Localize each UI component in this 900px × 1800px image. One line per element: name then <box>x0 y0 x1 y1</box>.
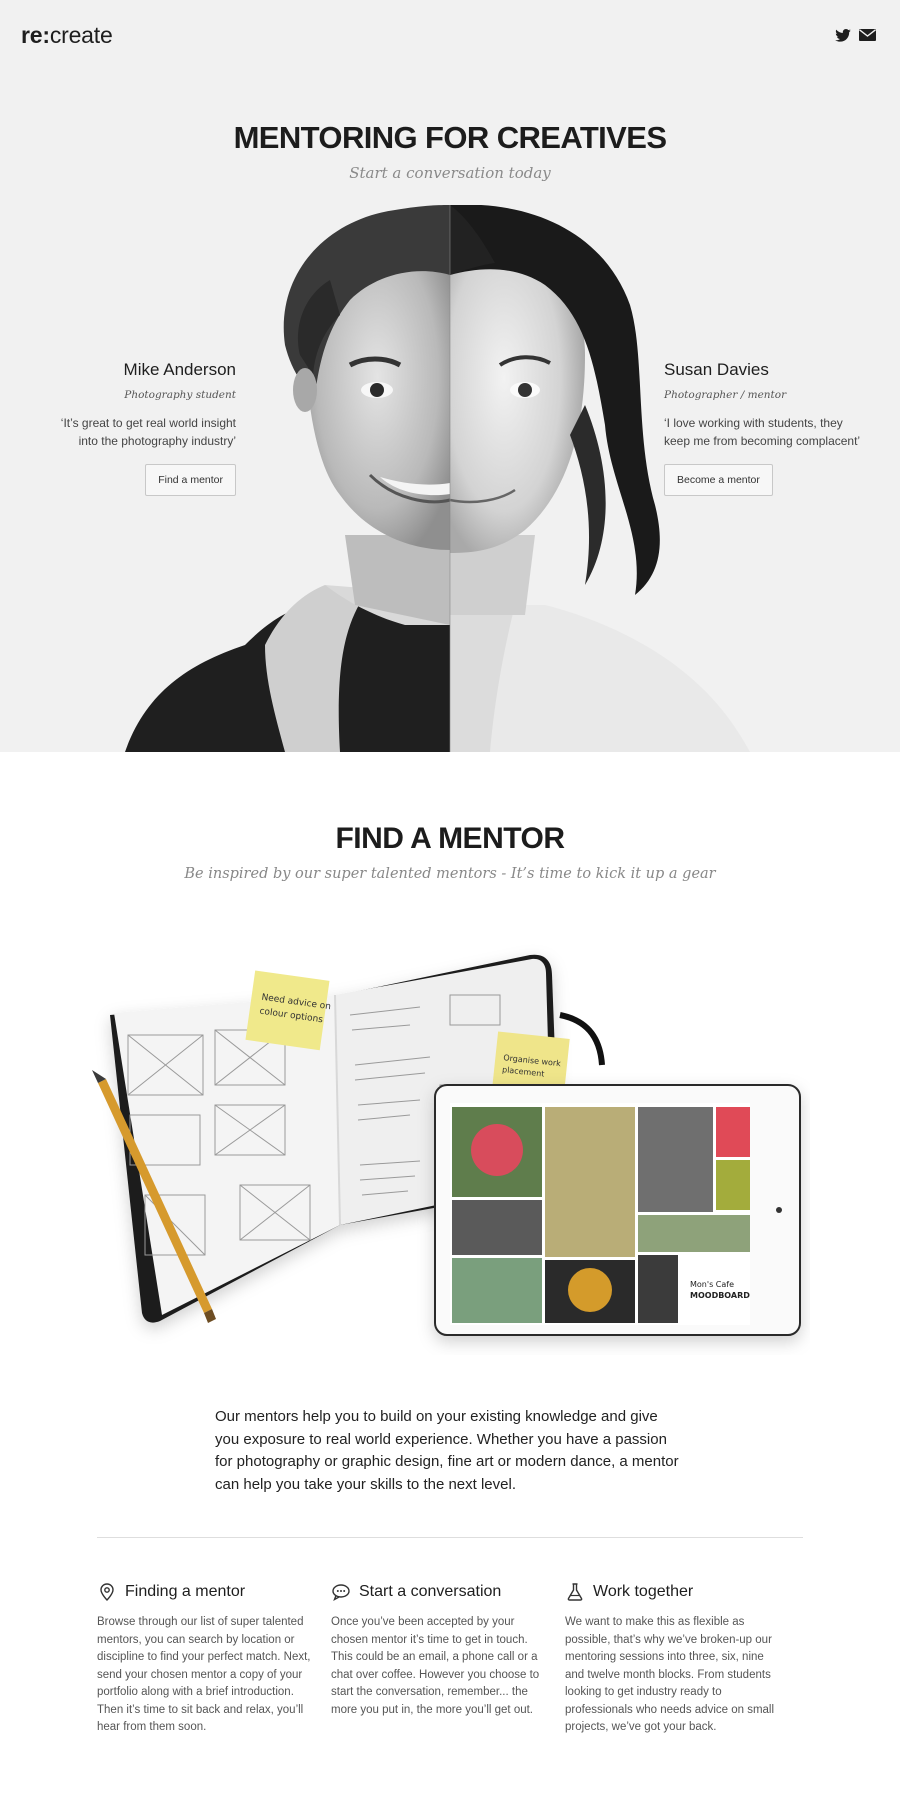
hero-section: re:create MENTORING FOR CREATIVES Start … <box>0 0 900 752</box>
become-mentor-button[interactable]: Become a mentor <box>664 464 773 496</box>
speech-bubble-icon <box>332 1584 350 1602</box>
mentee-name: Mike Anderson <box>123 360 236 379</box>
feature-body: Browse through our list of super talente… <box>97 1616 311 1733</box>
mentor-profile: Susan Davies Photographer / mentor ‘I lo… <box>664 360 864 496</box>
feature-body: We want to make this as flexible as poss… <box>565 1616 775 1733</box>
mail-icon[interactable] <box>859 29 876 41</box>
section-divider <box>97 1537 803 1538</box>
feature-finding-mentor: Finding a mentor Browse through our list… <box>97 1582 311 1737</box>
svg-text:Mon's Cafe: Mon's Cafe <box>690 1280 734 1289</box>
feature-title: Work together <box>593 1583 694 1600</box>
find-mentor-subtitle: Be inspired by our super talented mentor… <box>184 866 716 882</box>
flask-icon <box>567 1583 583 1601</box>
twitter-icon[interactable] <box>835 29 851 42</box>
mentor-name: Susan Davies <box>664 360 769 379</box>
mentee-profile: Mike Anderson Photography student ‘It’s … <box>40 360 236 496</box>
feature-title: Finding a mentor <box>125 1583 246 1600</box>
map-pin-icon <box>100 1583 114 1601</box>
mentee-role: Photography student <box>124 389 236 401</box>
feature-work-together: Work together We want to make this as fl… <box>565 1582 779 1737</box>
find-mentor-button[interactable]: Find a mentor <box>145 464 236 496</box>
mentor-role: Photographer / mentor <box>664 389 787 401</box>
sketchbook-tablet-image: Need advice on colour options Organise w… <box>92 954 801 1336</box>
feature-title: Start a conversation <box>359 1583 502 1600</box>
svg-text:MOODBOARD: MOODBOARD <box>690 1291 750 1300</box>
hero-title: MENTORING FOR CREATIVES <box>233 120 667 155</box>
intro-paragraph: Our mentors help you to build on your ex… <box>215 1408 679 1493</box>
feature-start-conversation: Start a conversation Once you’ve been ac… <box>331 1582 545 1719</box>
find-mentor-title: FIND A MENTOR <box>335 822 565 855</box>
logo[interactable]: re:create <box>21 22 113 49</box>
mentor-quote: ‘I love working with students, they keep… <box>664 416 861 448</box>
feature-body: Once you’ve been accepted by your chosen… <box>331 1616 540 1716</box>
mentee-quote: ‘It’s great to get real world insight in… <box>60 416 236 448</box>
hero-subtitle: Start a conversation today <box>349 164 551 182</box>
